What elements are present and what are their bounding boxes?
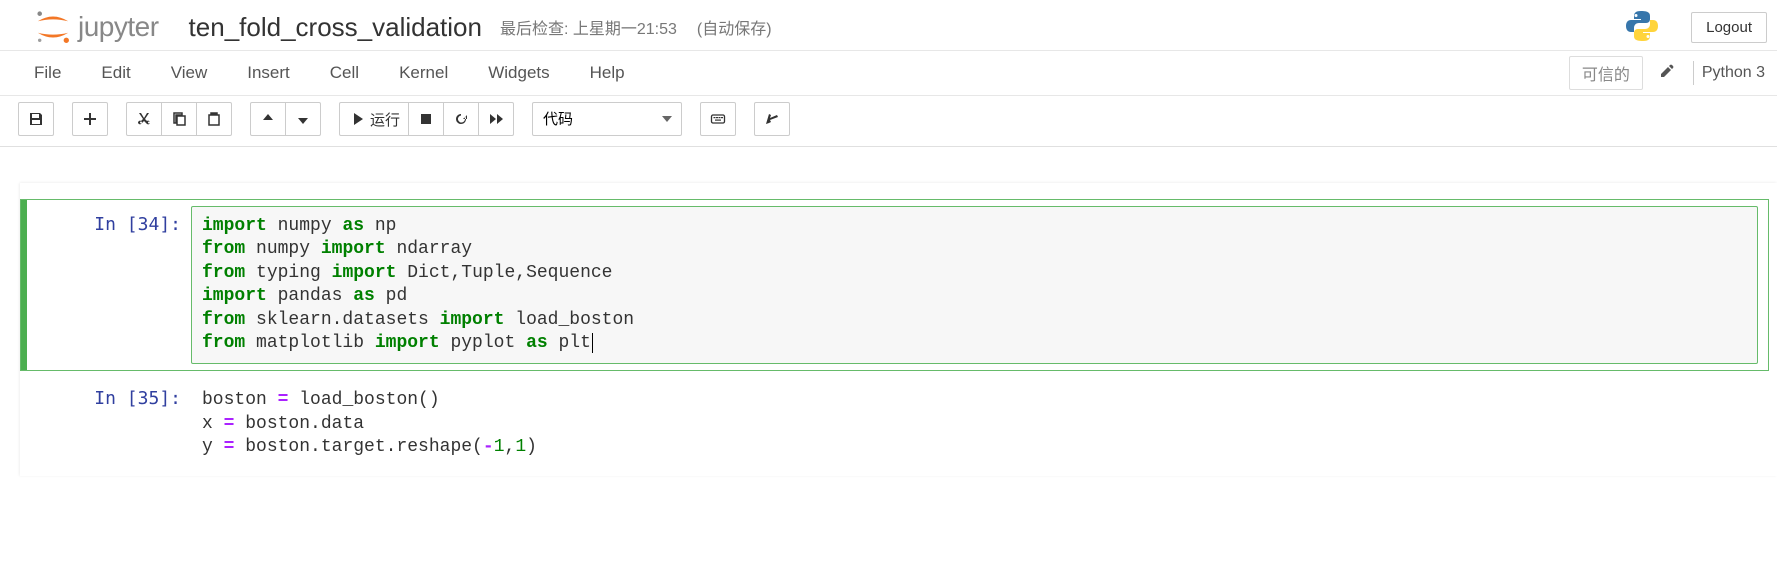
restart-run-all-button[interactable] (478, 102, 514, 136)
jupyter-wordmark: jupyter (78, 11, 159, 43)
checkpoint-status: 最后检查: 上星期一21:53 (500, 15, 677, 39)
menu-file[interactable]: File (14, 55, 81, 91)
paste-cell-button[interactable] (196, 102, 232, 136)
move-cell-down-button[interactable] (285, 102, 321, 136)
menu-kernel[interactable]: Kernel (379, 55, 468, 91)
code-content[interactable]: boston = load_boston() x = boston.data y… (202, 389, 1747, 459)
input-prompt: In [35]: (21, 380, 191, 468)
menu-insert[interactable]: Insert (227, 55, 310, 91)
separator (1693, 61, 1694, 85)
run-cell-button[interactable]: 运行 (339, 102, 409, 136)
run-label: 运行 (370, 109, 400, 130)
toggle-toolbar-button[interactable] (754, 102, 790, 136)
autosave-status: (自动保存) (697, 15, 772, 39)
interrupt-kernel-button[interactable] (408, 102, 444, 136)
code-input-area[interactable]: import numpy as np from numpy import nda… (191, 206, 1758, 364)
insert-cell-below-button[interactable] (72, 102, 108, 136)
python-icon (1625, 9, 1659, 46)
cell-type-select[interactable]: 代码 (532, 102, 682, 136)
move-cell-up-button[interactable] (250, 102, 286, 136)
menu-view[interactable]: View (151, 55, 228, 91)
code-input-area[interactable]: boston = load_boston() x = boston.data y… (191, 380, 1758, 468)
code-cell[interactable]: In [35]: boston = load_boston() x = bost… (20, 373, 1769, 475)
input-prompt: In [34]: (21, 206, 191, 364)
save-button[interactable] (18, 102, 54, 136)
jupyter-icon (34, 8, 72, 46)
menu-help[interactable]: Help (570, 55, 645, 91)
jupyter-logo[interactable]: jupyter (34, 8, 159, 46)
header: jupyter ten_fold_cross_validation 最后检查: … (0, 0, 1777, 50)
restart-kernel-button[interactable] (443, 102, 479, 136)
menu-cell[interactable]: Cell (310, 55, 379, 91)
cut-cell-button[interactable] (126, 102, 162, 136)
code-content[interactable]: import numpy as np from numpy import nda… (202, 215, 1747, 355)
logout-button[interactable]: Logout (1691, 12, 1767, 43)
notebook-name[interactable]: ten_fold_cross_validation (189, 12, 482, 43)
notebook-container: In [34]: import numpy as np from numpy i… (0, 147, 1777, 476)
kernel-name[interactable]: Python 3 (1702, 64, 1771, 82)
edit-metadata-button[interactable] (1649, 57, 1685, 90)
menu-edit[interactable]: Edit (81, 55, 150, 91)
trusted-indicator[interactable]: 可信的 (1569, 56, 1643, 90)
command-palette-button[interactable] (700, 102, 736, 136)
menubar: File Edit View Insert Cell Kernel Widget… (0, 50, 1777, 96)
code-cell[interactable]: In [34]: import numpy as np from numpy i… (20, 199, 1769, 371)
menu-widgets[interactable]: Widgets (468, 55, 569, 91)
toolbar: 运行 代码 (0, 96, 1777, 147)
copy-cell-button[interactable] (161, 102, 197, 136)
